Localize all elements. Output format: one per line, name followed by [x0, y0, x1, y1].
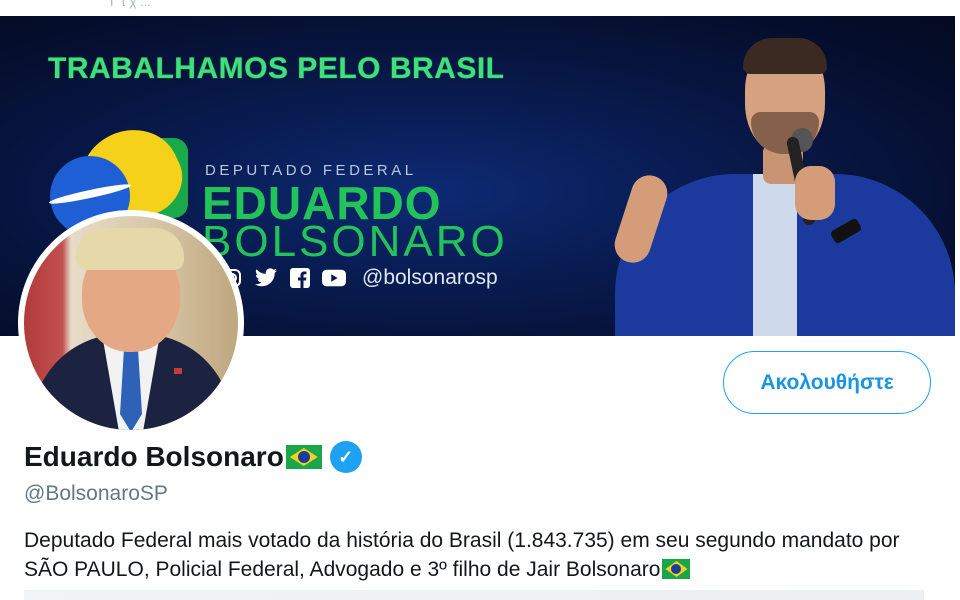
- banner-social-row: @bolsonarosp: [220, 266, 498, 290]
- youtube-icon: [322, 267, 346, 289]
- verified-badge-icon[interactable]: ✓: [329, 441, 362, 473]
- display-name: Eduardo Bolsonaro: [24, 441, 284, 472]
- brazil-flag-icon: [285, 445, 322, 469]
- follow-button[interactable]: Ακολουθήστε: [723, 351, 931, 414]
- banner-name-last: BOLSONARO: [202, 217, 508, 266]
- banner-social-handle: @bolsonarosp: [362, 266, 498, 289]
- banner-headline: TRABALHAMOS PELO BRASIL: [48, 52, 505, 85]
- cropped-content-line: [24, 590, 924, 600]
- twitter-icon: [254, 267, 278, 289]
- profile-handle: @BolsonaroSP: [24, 482, 168, 505]
- top-ghost-text: Γ τ χ ...: [110, 0, 151, 9]
- display-name-row: Eduardo Bolsonaro ✓: [24, 441, 362, 473]
- brazil-flag-icon: [662, 559, 691, 579]
- profile-bio: Deputado Federal mais votado da história…: [24, 526, 924, 584]
- profile-avatar[interactable]: [18, 210, 244, 436]
- banner-portrait: [595, 24, 955, 336]
- top-strip: Γ τ χ ...: [0, 0, 960, 16]
- profile-bio-text: Deputado Federal mais votado da história…: [24, 529, 900, 581]
- facebook-icon: [288, 267, 312, 289]
